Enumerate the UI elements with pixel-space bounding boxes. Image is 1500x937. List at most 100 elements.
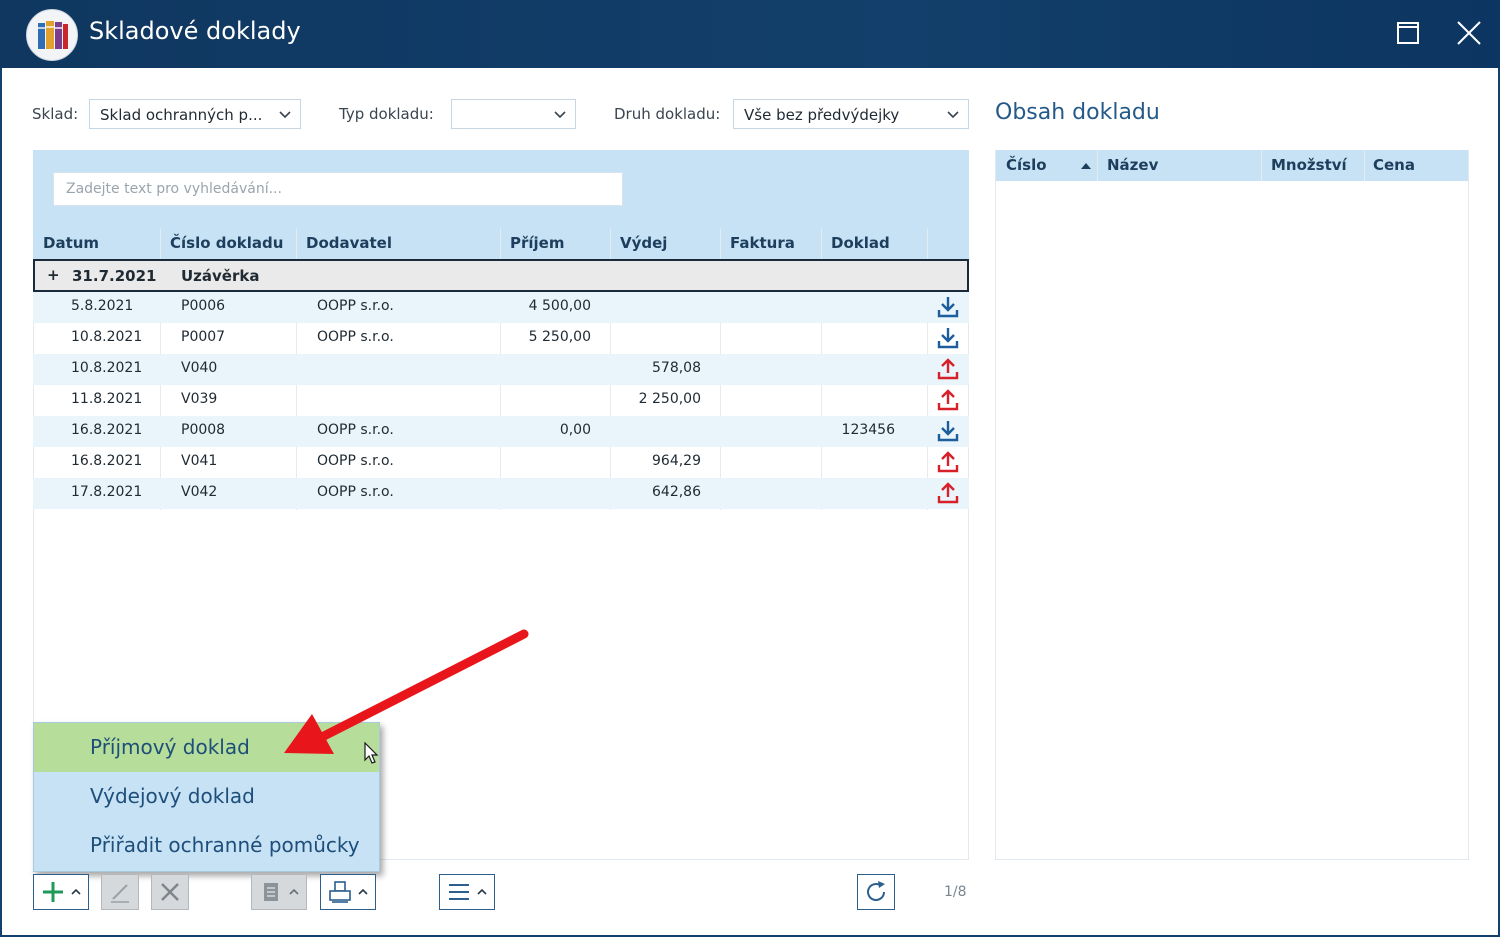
- cell-prijem: 0,00: [559, 422, 591, 438]
- obsah-dokladu-title: Obsah dokladu: [995, 100, 1160, 125]
- obsah-table-header: Číslo Název Množství Cena: [996, 150, 1468, 181]
- cell-cislo-dokladu: V042: [181, 484, 218, 500]
- cell-vydej: 2 250,00: [638, 391, 701, 407]
- cell-datum: 17.8.2021: [71, 484, 143, 500]
- annotation-arrow-icon: [284, 629, 529, 754]
- cell-prijem: 4 500,00: [528, 298, 591, 314]
- cell-doklad: 123456: [841, 422, 895, 438]
- typ-dokladu-label: Typ dokladu:: [339, 105, 434, 123]
- cell-datum: 16.8.2021: [71, 422, 143, 438]
- document-button[interactable]: [251, 874, 307, 910]
- add-button[interactable]: [33, 874, 89, 910]
- refresh-button[interactable]: [857, 874, 895, 910]
- table-row[interactable]: 5.8.2021 P0006 OOPP s.r.o. 4 500,00: [33, 292, 969, 323]
- cell-dodavatel: OOPP s.r.o.: [317, 484, 394, 500]
- cell-cislo-dokladu: P0007: [181, 329, 226, 345]
- table-header: Datum Číslo dokladu Dodavatel Příjem Výd…: [33, 228, 969, 259]
- cell-cislo-dokladu: P0006: [181, 298, 226, 314]
- table-row[interactable]: 10.8.2021 P0007 OOPP s.r.o. 5 250,00: [33, 323, 969, 354]
- chevron-down-icon: [279, 111, 291, 119]
- group-row[interactable]: + 31.7.2021 Uzávěrka: [33, 259, 969, 292]
- close-button[interactable]: [1449, 14, 1489, 54]
- column-divider: [1097, 150, 1098, 181]
- druh-dokladu-value: Vše bez předvýdejky: [744, 106, 900, 124]
- cell-datum: 10.8.2021: [71, 360, 143, 376]
- sklad-select[interactable]: Sklad ochranných p...: [89, 99, 301, 129]
- sort-ascending-icon: [1081, 163, 1091, 169]
- document-icon: [264, 883, 299, 901]
- column-header-vydej[interactable]: Výdej: [620, 234, 667, 252]
- table-row[interactable]: 17.8.2021 V042 OOPP s.r.o. 642,86: [33, 478, 969, 509]
- expand-toggle[interactable]: +: [47, 266, 60, 284]
- cell-cislo-dokladu: P0008: [181, 422, 226, 438]
- search-input[interactable]: [53, 172, 623, 206]
- menu-item-vydejovy-doklad[interactable]: Výdejový doklad: [34, 772, 379, 821]
- cell-vydej: 578,08: [652, 360, 701, 376]
- table-row[interactable]: 10.8.2021 V040 578,08: [33, 354, 969, 385]
- cell-cislo-dokladu: V039: [181, 391, 218, 407]
- edit-button[interactable]: [101, 874, 139, 910]
- druh-dokladu-label: Druh dokladu:: [614, 105, 721, 123]
- column-divider: [1364, 150, 1365, 181]
- maximize-icon: [1397, 22, 1419, 44]
- column-header-mnozstvi[interactable]: Množství: [1271, 156, 1347, 174]
- column-header-doklad[interactable]: Doklad: [831, 234, 890, 252]
- column-header-faktura[interactable]: Faktura: [730, 234, 795, 252]
- refresh-icon: [867, 881, 885, 901]
- menu-item-label: Přiřadit ochranné pomůcky: [90, 833, 360, 857]
- download-icon[interactable]: [936, 419, 960, 443]
- cell-prijem: 5 250,00: [528, 329, 591, 345]
- table-row[interactable]: 11.8.2021 V039 2 250,00: [33, 385, 969, 416]
- sklad-label: Sklad:: [32, 105, 79, 123]
- menu-item-label: Výdejový doklad: [90, 784, 255, 808]
- column-header-cislo[interactable]: Číslo: [1006, 156, 1047, 174]
- cell-vydej: 642,86: [652, 484, 701, 500]
- table-row[interactable]: 16.8.2021 P0008 OOPP s.r.o. 0,00 123456: [33, 416, 969, 447]
- maximize-button[interactable]: [1388, 14, 1428, 54]
- sklad-select-value: Sklad ochranných p...: [100, 106, 263, 124]
- group-label: Uzávěrka: [181, 267, 260, 285]
- cell-dodavatel: OOPP s.r.o.: [317, 329, 394, 345]
- printer-icon: [329, 881, 368, 903]
- column-header-nazev[interactable]: Název: [1107, 156, 1158, 174]
- app-logo-icon: [26, 9, 78, 61]
- upload-icon[interactable]: [936, 388, 960, 412]
- cell-cislo-dokladu: V041: [181, 453, 218, 469]
- download-icon[interactable]: [936, 295, 960, 319]
- group-date: 31.7.2021: [72, 267, 157, 285]
- upload-icon[interactable]: [936, 357, 960, 381]
- upload-icon[interactable]: [936, 481, 960, 505]
- close-icon: [1457, 21, 1481, 45]
- table-row[interactable]: 16.8.2021 V041 OOPP s.r.o. 964,29: [33, 447, 969, 478]
- chevron-down-icon: [554, 111, 566, 119]
- chevron-down-icon: [947, 111, 959, 119]
- column-header-prijem[interactable]: Příjem: [510, 234, 564, 252]
- cell-datum: 10.8.2021: [71, 329, 143, 345]
- menu-item-label: Příjmový doklad: [90, 735, 250, 759]
- cell-dodavatel: OOPP s.r.o.: [317, 453, 394, 469]
- cell-cislo-dokladu: V040: [181, 360, 218, 376]
- cell-datum: 11.8.2021: [71, 391, 143, 407]
- window-border-left: [0, 68, 2, 937]
- hamburger-menu-icon: [449, 884, 487, 900]
- delete-icon: [161, 883, 179, 901]
- page-indicator: 1/8: [944, 884, 967, 900]
- column-header-cislo-dokladu[interactable]: Číslo dokladu: [170, 234, 283, 252]
- column-header-datum[interactable]: Datum: [43, 234, 99, 252]
- delete-button[interactable]: [151, 874, 189, 910]
- druh-dokladu-select[interactable]: Vše bez předvýdejky: [733, 99, 969, 129]
- obsah-dokladu-grid: [995, 150, 1469, 860]
- options-menu-button[interactable]: [439, 874, 495, 910]
- column-header-dodavatel[interactable]: Dodavatel: [306, 234, 392, 252]
- plus-icon: [43, 882, 81, 902]
- typ-dokladu-select[interactable]: [451, 99, 576, 129]
- print-button[interactable]: [320, 874, 376, 910]
- column-divider: [1261, 150, 1262, 181]
- cell-vydej: 964,29: [652, 453, 701, 469]
- download-icon[interactable]: [936, 326, 960, 350]
- upload-icon[interactable]: [936, 450, 960, 474]
- menu-item-priradit-ochranne-pomucky[interactable]: Přiřadit ochranné pomůcky: [34, 821, 379, 870]
- cell-datum: 16.8.2021: [71, 453, 143, 469]
- column-header-cena[interactable]: Cena: [1373, 156, 1415, 174]
- window-title: Skladové doklady: [89, 17, 301, 45]
